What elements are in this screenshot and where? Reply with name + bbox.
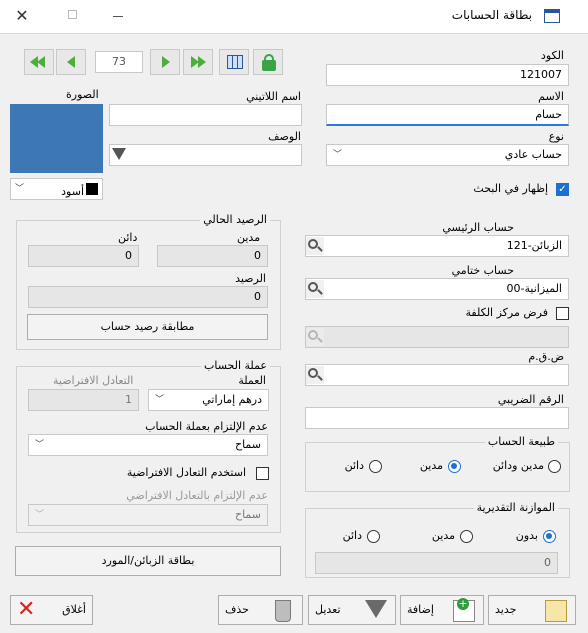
chevron-down-icon: ﹀ bbox=[35, 510, 45, 520]
budget-option-label: بدون bbox=[515, 529, 538, 542]
credit-field: 0 bbox=[28, 245, 139, 267]
parent-account-label: حساب الرئيسي bbox=[442, 221, 514, 234]
add-icon: + bbox=[453, 598, 475, 622]
new-button[interactable]: جديد bbox=[488, 595, 576, 625]
account-image[interactable] bbox=[10, 104, 103, 173]
add-button[interactable]: إضافة + bbox=[400, 595, 484, 625]
image-label: الصورة bbox=[66, 88, 99, 101]
nature-group-title: طبيعة الحساب bbox=[484, 435, 558, 448]
budget-value-field: 0 bbox=[315, 552, 558, 574]
budget-radio-none[interactable] bbox=[543, 530, 556, 543]
match-balance-button[interactable]: مطابقة رصيد حساب bbox=[27, 314, 268, 340]
title-divider bbox=[0, 33, 588, 34]
window-icon bbox=[544, 9, 560, 23]
minimize-icon[interactable] bbox=[108, 6, 128, 26]
nature-radio-debit-credit[interactable] bbox=[548, 460, 561, 473]
window-title: بطاقة الحسابات bbox=[451, 8, 532, 22]
chevron-down-icon: ﹀ bbox=[15, 184, 25, 194]
nature-option-label: دائن bbox=[344, 459, 364, 472]
currency-label: العملة bbox=[238, 374, 266, 387]
latin-name-field[interactable] bbox=[109, 104, 302, 126]
nature-radio-credit[interactable] bbox=[369, 460, 382, 473]
record-number-field[interactable]: 73 bbox=[95, 51, 143, 73]
debit-label: مدين bbox=[237, 231, 261, 244]
name-field[interactable]: حسام bbox=[326, 104, 569, 126]
type-dropdown[interactable]: ﹀ حساب عادي bbox=[326, 144, 569, 166]
credit-label: دائن bbox=[118, 231, 138, 244]
parent-account-field[interactable]: 121-الزبائن bbox=[305, 235, 569, 257]
final-account-field[interactable]: 00-الميزانية bbox=[305, 278, 569, 300]
currency-dropdown[interactable]: ﹀ درهم إماراتي bbox=[148, 389, 269, 411]
cost-center-field bbox=[305, 326, 569, 348]
new-document-icon bbox=[545, 600, 567, 622]
balance-group-title: الرصيد الحالي bbox=[200, 213, 270, 226]
budget-group-title: الموازنة التقديرية bbox=[473, 501, 558, 514]
use-default-rate-checkbox[interactable] bbox=[256, 467, 269, 480]
last-record-button[interactable] bbox=[183, 49, 213, 75]
budget-option-label: مدين bbox=[431, 529, 455, 542]
delete-button[interactable]: حذف bbox=[218, 595, 303, 625]
chevron-down-icon: ﹀ bbox=[35, 440, 45, 450]
description-label: الوصف bbox=[268, 130, 301, 143]
commitment-dropdown[interactable]: ﹀ سماح bbox=[28, 434, 268, 456]
search-icon bbox=[306, 328, 324, 346]
code-label: الكود bbox=[540, 49, 564, 62]
color-swatch bbox=[86, 183, 98, 195]
color-dropdown[interactable]: ﹀ أسود bbox=[10, 178, 103, 200]
first-record-button[interactable] bbox=[24, 49, 54, 75]
customer-card-button[interactable]: بطاقة الزبائن/المورد bbox=[15, 546, 281, 576]
balance-field: 0 bbox=[28, 286, 268, 308]
chevron-down-icon: ﹀ bbox=[155, 395, 165, 405]
edit-button[interactable]: تعديل bbox=[308, 595, 396, 625]
lock-button[interactable] bbox=[253, 49, 283, 75]
use-default-rate-label: استخدم التعادل الافتراضية bbox=[126, 466, 246, 479]
budget-radio-debit[interactable] bbox=[460, 530, 473, 543]
nature-option-label: مدين ودائن bbox=[492, 459, 544, 472]
vat-field[interactable] bbox=[305, 364, 569, 386]
show-in-search-label: إظهار في البحث bbox=[473, 182, 548, 195]
description-field[interactable] bbox=[109, 144, 302, 166]
tax-number-label: الرقم الضريبي bbox=[497, 393, 564, 406]
maximize-icon[interactable] bbox=[62, 6, 82, 26]
chevron-down-icon: ﹀ bbox=[333, 150, 343, 160]
search-icon[interactable] bbox=[306, 237, 324, 255]
trash-icon bbox=[275, 600, 291, 622]
next-record-button[interactable] bbox=[150, 49, 180, 75]
close-button[interactable]: أغلاق ✕ bbox=[10, 595, 93, 625]
balance-label: الرصيد bbox=[235, 272, 266, 285]
show-in-search-checkbox[interactable]: ✓ bbox=[556, 183, 569, 196]
latin-name-label: اسم اللاتيني bbox=[246, 90, 301, 103]
default-rate-label: التعادل الافتراضية bbox=[53, 374, 134, 387]
currency-group-title: عملة الحساب bbox=[201, 359, 270, 372]
cost-center-checkbox[interactable] bbox=[556, 307, 569, 320]
vat-label: ض.ق.م bbox=[528, 350, 564, 363]
description-dropdown-icon[interactable] bbox=[112, 148, 126, 160]
edit-icon bbox=[365, 600, 387, 618]
commitment-label: عدم الإلتزام بعملة الحساب bbox=[145, 420, 268, 433]
default-rate-field: 1 bbox=[28, 389, 139, 411]
debit-field: 0 bbox=[157, 245, 268, 267]
budget-option-label: دائن bbox=[342, 529, 362, 542]
grid-icon bbox=[227, 55, 243, 69]
grid-view-button[interactable] bbox=[219, 49, 249, 75]
final-account-label: حساب ختامي bbox=[451, 264, 514, 277]
tax-number-field[interactable] bbox=[305, 407, 569, 429]
close-icon[interactable]: ✕ bbox=[12, 6, 32, 26]
type-label: نوع bbox=[548, 130, 564, 143]
close-x-icon: ✕ bbox=[17, 597, 36, 622]
default-commitment-dropdown: ﹀ سماح bbox=[28, 504, 268, 526]
previous-record-button[interactable] bbox=[56, 49, 86, 75]
name-label: الاسم bbox=[538, 90, 564, 103]
default-commitment-label: عدم الإلتزام بالتعادل الافتراضي bbox=[126, 489, 268, 502]
budget-radio-credit[interactable] bbox=[367, 530, 380, 543]
nature-option-label: مدين bbox=[419, 459, 443, 472]
code-field[interactable]: 121007 bbox=[326, 64, 569, 86]
search-icon[interactable] bbox=[306, 366, 324, 384]
search-icon[interactable] bbox=[306, 280, 324, 298]
nature-radio-debit[interactable] bbox=[448, 460, 461, 473]
cost-center-label: فرض مركز الكلفة bbox=[465, 306, 548, 319]
